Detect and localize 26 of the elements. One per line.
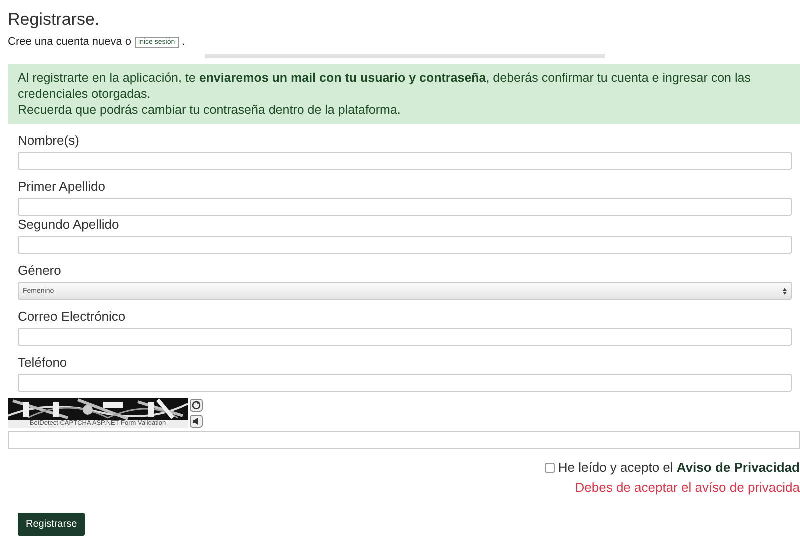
- field-label: Teléfono: [18, 355, 68, 370]
- captcha-input[interactable]: [8, 431, 800, 449]
- privacy-checkbox[interactable]: [545, 463, 556, 473]
- field-label: Primer Apellido: [18, 179, 106, 194]
- refresh-icon: [192, 401, 201, 410]
- input-field[interactable]: [18, 328, 792, 346]
- input-field[interactable]: [18, 152, 792, 170]
- speaker-icon: [192, 417, 201, 426]
- error-message: Debes de aceptar el avíso de privacida: [575, 479, 800, 497]
- subtitle-text: Cree una cuenta nueva o: [8, 36, 132, 48]
- field-label: Nombre(s): [18, 133, 80, 148]
- page-title: Registrarse.: [8, 10, 100, 30]
- period-text: .: [182, 36, 186, 48]
- refresh-button[interactable]: [190, 399, 203, 412]
- input-field[interactable]: [18, 198, 792, 216]
- register-button[interactable]: Registrarse: [18, 513, 86, 536]
- field-label: Género: [18, 263, 62, 278]
- alert-text: Al registrarte en la aplicación, te enviaremos un mail con tu usuario y contraseña, deberás confirmar tu cuenta e ingresar con las credenciales otorgadas.: [18, 70, 752, 102]
- audio-button[interactable]: [190, 415, 203, 428]
- alert-text: Recuerda que podrás cambiar tu contraseña dentro de la plataforma.: [18, 102, 402, 118]
- field-label: Segundo Apellido: [18, 217, 120, 232]
- updown-arrows-icon: [783, 288, 787, 294]
- field-label: Correo Electrónico: [18, 309, 126, 324]
- input-field[interactable]: [18, 374, 792, 392]
- privacy-text: He leído y acepto el Aviso de Privacidad: [558, 459, 800, 477]
- input-field[interactable]: [18, 236, 792, 254]
